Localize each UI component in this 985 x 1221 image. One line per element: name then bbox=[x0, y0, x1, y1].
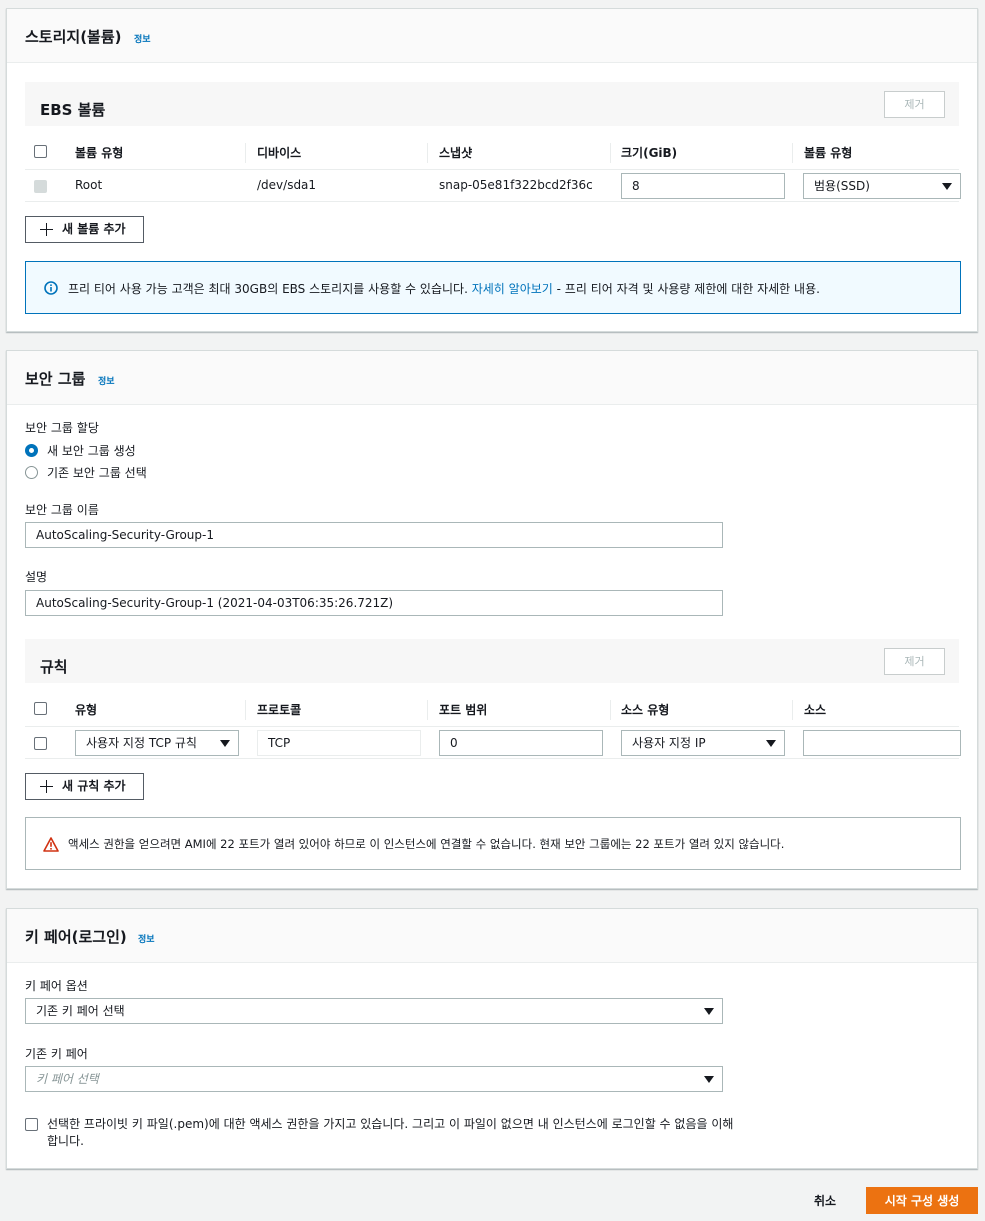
existing-key-pair-select[interactable]: 키 페어 선택 bbox=[25, 1066, 723, 1092]
chevron-down-icon bbox=[220, 740, 230, 747]
sg-name-input[interactable]: AutoScaling-Security-Group-1 bbox=[25, 522, 723, 548]
storage-panel: 스토리지(볼륨) 정보 EBS 볼륨 제거 볼륨 유형 디바이스 스냅샷 크기(… bbox=[6, 8, 978, 332]
warning-icon bbox=[43, 837, 59, 852]
add-volume-button[interactable]: 새 볼륨 추가 bbox=[25, 216, 144, 243]
remove-volume-button[interactable]: 제거 bbox=[884, 91, 945, 118]
column-divider bbox=[427, 700, 428, 720]
column-divider bbox=[245, 143, 246, 163]
disk-type-value: 범용(SSD) bbox=[814, 179, 870, 193]
add-rule-button[interactable]: 새 규칙 추가 bbox=[25, 773, 144, 800]
security-panel-header bbox=[7, 351, 977, 405]
key-pair-panel: 키 페어(로그인) 정보 키 페어 옵션 기존 키 페어 선택 기존 키 페어 … bbox=[6, 908, 978, 1169]
sg-name-label: 보안 그룹 이름 bbox=[25, 503, 99, 517]
column-header: 유형 bbox=[75, 703, 98, 717]
ebs-volumes-table: EBS 볼륨 제거 볼륨 유형 디바이스 스냅샷 크기(GiB) 볼륨 유형 R… bbox=[25, 82, 961, 202]
device-cell: /dev/sda1 bbox=[257, 178, 317, 192]
row-checkbox bbox=[34, 180, 47, 193]
security-group-panel: 보안 그룹 정보 보안 그룹 할당 새 보안 그룹 생성 기존 보안 그룹 선택… bbox=[6, 350, 978, 889]
ebs-table-header: 볼륨 유형 디바이스 스냅샷 크기(GiB) 볼륨 유형 bbox=[25, 134, 959, 170]
column-header: 크기(GiB) bbox=[621, 146, 678, 160]
column-header: 포트 범위 bbox=[439, 703, 488, 717]
storage-title: 스토리지(볼륨) bbox=[25, 28, 122, 46]
column-divider bbox=[610, 143, 611, 163]
add-volume-label: 새 볼륨 추가 bbox=[62, 222, 126, 236]
rules-header bbox=[25, 639, 959, 683]
plus-icon bbox=[40, 223, 53, 236]
key-pair-title: 키 페어(로그인) bbox=[25, 928, 127, 946]
ebs-volumes-title: EBS 볼륨 bbox=[40, 101, 106, 119]
snapshot-cell: snap-05e81f322bcd2f36c bbox=[439, 178, 593, 192]
column-divider bbox=[245, 700, 246, 720]
acknowledge-text: 선택한 프라이빗 키 파일(.pem)에 대한 액세스 권한을 가지고 있습니다… bbox=[47, 1116, 733, 1150]
description-label: 설명 bbox=[25, 570, 48, 584]
plus-icon bbox=[40, 780, 53, 793]
existing-key-pair-label: 기존 키 페어 bbox=[25, 1047, 88, 1061]
select-all-rules-checkbox[interactable] bbox=[34, 702, 47, 715]
chevron-down-icon bbox=[704, 1008, 714, 1015]
free-tier-info-alert: 프리 티어 사용 가능 고객은 최대 30GB의 EBS 스토리지를 사용할 수… bbox=[25, 261, 961, 314]
port-warning-alert: 액세스 권한을 얻으려면 AMI에 22 포트가 열려 있어야 하므로 이 인스… bbox=[25, 817, 961, 870]
column-header: 스냅샷 bbox=[439, 146, 473, 160]
acknowledge-line-1: 선택한 프라이빗 키 파일(.pem)에 대한 액세스 권한을 가지고 있습니다… bbox=[47, 1117, 734, 1131]
cancel-button[interactable]: 취소 bbox=[814, 1192, 836, 1209]
size-input[interactable]: 8 bbox=[621, 173, 785, 199]
chevron-down-icon bbox=[942, 183, 952, 190]
column-header: 프로토콜 bbox=[257, 703, 302, 717]
key-pair-option-value: 기존 키 페어 선택 bbox=[36, 1004, 125, 1018]
rule-type-value: 사용자 지정 TCP 규칙 bbox=[86, 736, 197, 750]
column-header: 소스 유형 bbox=[621, 703, 670, 717]
security-info-link[interactable]: 정보 bbox=[98, 374, 115, 387]
assign-label: 보안 그룹 할당 bbox=[25, 421, 99, 435]
acknowledge-checkbox[interactable] bbox=[25, 1118, 38, 1131]
table-row: Root /dev/sda1 snap-05e81f322bcd2f36c 8 … bbox=[25, 170, 961, 202]
info-icon bbox=[44, 281, 58, 295]
port-range-input[interactable]: 0 bbox=[439, 730, 603, 756]
create-launch-config-button[interactable]: 시작 구성 생성 bbox=[866, 1187, 978, 1214]
key-pair-option-label: 키 페어 옵션 bbox=[25, 979, 88, 993]
storage-panel-header bbox=[7, 9, 977, 63]
info-text-after: - 프리 티어 자격 및 사용량 제한에 대한 자세한 내용. bbox=[556, 282, 820, 296]
chevron-down-icon bbox=[704, 1076, 714, 1083]
column-divider bbox=[427, 143, 428, 163]
select-existing-sg-label: 기존 보안 그룹 선택 bbox=[47, 466, 147, 480]
storage-info-link[interactable]: 정보 bbox=[134, 32, 151, 45]
port-warning-text: 액세스 권한을 얻으려면 AMI에 22 포트가 열려 있어야 하므로 이 인스… bbox=[68, 837, 785, 851]
row-checkbox[interactable] bbox=[34, 737, 47, 750]
free-tier-info-text: 프리 티어 사용 가능 고객은 최대 30GB의 EBS 스토리지를 사용할 수… bbox=[68, 280, 820, 297]
key-pair-option-select[interactable]: 기존 키 페어 선택 bbox=[25, 998, 723, 1024]
key-pair-info-link[interactable]: 정보 bbox=[138, 932, 155, 945]
column-divider bbox=[792, 143, 793, 163]
table-row: 사용자 지정 TCP 규칙 TCP 0 사용자 지정 IP bbox=[25, 727, 961, 759]
remove-rule-button[interactable]: 제거 bbox=[884, 648, 945, 675]
add-rule-label: 새 규칙 추가 bbox=[62, 779, 126, 793]
source-type-select[interactable]: 사용자 지정 IP bbox=[621, 730, 785, 756]
acknowledge-line-2: 합니다. bbox=[47, 1134, 84, 1148]
source-input[interactable] bbox=[803, 730, 961, 756]
source-type-value: 사용자 지정 IP bbox=[632, 736, 706, 750]
rules-title: 규칙 bbox=[40, 658, 68, 676]
select-all-volumes-checkbox[interactable] bbox=[34, 145, 47, 158]
disk-type-select[interactable]: 범용(SSD) bbox=[803, 173, 961, 199]
column-header: 볼륨 유형 bbox=[75, 146, 124, 160]
ebs-volumes-header bbox=[25, 82, 959, 126]
protocol-field: TCP bbox=[257, 730, 421, 756]
volume-type-cell: Root bbox=[75, 178, 103, 192]
column-header: 소스 bbox=[804, 703, 827, 717]
chevron-down-icon bbox=[766, 740, 776, 747]
rules-table: 규칙 제거 유형 프로토콜 포트 범위 소스 유형 소스 사용자 지정 TCP … bbox=[25, 639, 961, 759]
rules-table-header: 유형 프로토콜 포트 범위 소스 유형 소스 bbox=[25, 691, 959, 727]
select-existing-sg-radio[interactable] bbox=[25, 466, 38, 479]
column-divider bbox=[792, 700, 793, 720]
create-new-sg-label: 새 보안 그룹 생성 bbox=[47, 444, 136, 458]
security-title: 보안 그룹 bbox=[25, 370, 86, 388]
create-new-sg-radio[interactable] bbox=[25, 444, 38, 457]
existing-key-pair-placeholder: 키 페어 선택 bbox=[36, 1072, 99, 1086]
column-header: 볼륨 유형 bbox=[804, 146, 853, 160]
learn-more-link[interactable]: 자세히 알아보기 bbox=[472, 282, 553, 296]
column-header: 디바이스 bbox=[257, 146, 302, 160]
description-input[interactable]: AutoScaling-Security-Group-1 (2021-04-03… bbox=[25, 590, 723, 616]
info-text-before: 프리 티어 사용 가능 고객은 최대 30GB의 EBS 스토리지를 사용할 수… bbox=[68, 282, 468, 296]
rule-type-select[interactable]: 사용자 지정 TCP 규칙 bbox=[75, 730, 239, 756]
column-divider bbox=[610, 700, 611, 720]
